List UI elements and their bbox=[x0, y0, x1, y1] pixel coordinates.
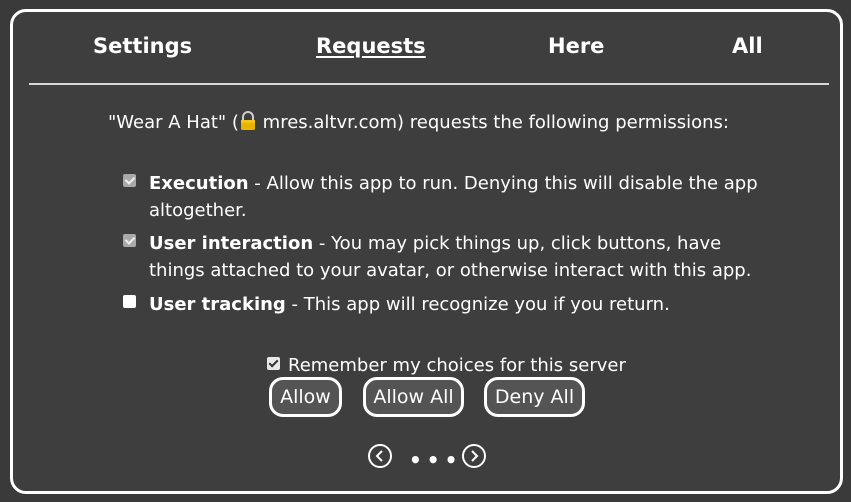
tab-here[interactable]: Here bbox=[548, 34, 604, 58]
permission-name: User interaction bbox=[149, 233, 314, 254]
tab-settings[interactable]: Settings bbox=[93, 34, 192, 58]
allow-button[interactable]: Allow bbox=[269, 377, 342, 417]
permission-description: - This app will recognize you if you ret… bbox=[285, 294, 670, 315]
request-app-name: "Wear A Hat" ( bbox=[108, 112, 239, 133]
request-suffix: ) requests the following permissions: bbox=[397, 112, 729, 133]
tab-requests[interactable]: Requests bbox=[316, 34, 426, 58]
permission-name: User tracking bbox=[149, 294, 286, 315]
remember-checkbox[interactable] bbox=[267, 357, 280, 370]
permissions-panel: Settings Requests Here All "Wear A Hat" … bbox=[10, 9, 843, 494]
remember-choices[interactable]: Remember my choices for this server bbox=[267, 355, 626, 376]
execution-checkbox[interactable] bbox=[123, 174, 136, 187]
tab-divider bbox=[29, 83, 829, 85]
request-host: mres.altvr.com bbox=[256, 112, 398, 133]
remember-label: Remember my choices for this server bbox=[288, 355, 626, 376]
permission-user-tracking: User tracking - This app will recognize … bbox=[123, 291, 763, 318]
page-indicator: ••• bbox=[409, 448, 463, 472]
permission-user-interaction: User interaction - You may pick things u… bbox=[123, 230, 763, 284]
permission-name: Execution bbox=[149, 173, 249, 194]
request-description: "Wear A Hat" ( mres.altvr.com) requests … bbox=[108, 111, 729, 133]
allow-all-button[interactable]: Allow All bbox=[363, 377, 464, 417]
previous-page-button[interactable] bbox=[368, 444, 392, 468]
tab-all[interactable]: All bbox=[732, 34, 763, 58]
next-page-button[interactable] bbox=[462, 444, 486, 468]
user-interaction-checkbox[interactable] bbox=[123, 234, 136, 247]
permission-execution: Execution - Allow this app to run. Denyi… bbox=[123, 170, 763, 224]
user-tracking-checkbox[interactable] bbox=[123, 295, 136, 308]
lock-icon bbox=[239, 111, 257, 131]
deny-all-button[interactable]: Deny All bbox=[484, 377, 585, 417]
tab-bar: Settings Requests Here All bbox=[13, 12, 840, 84]
